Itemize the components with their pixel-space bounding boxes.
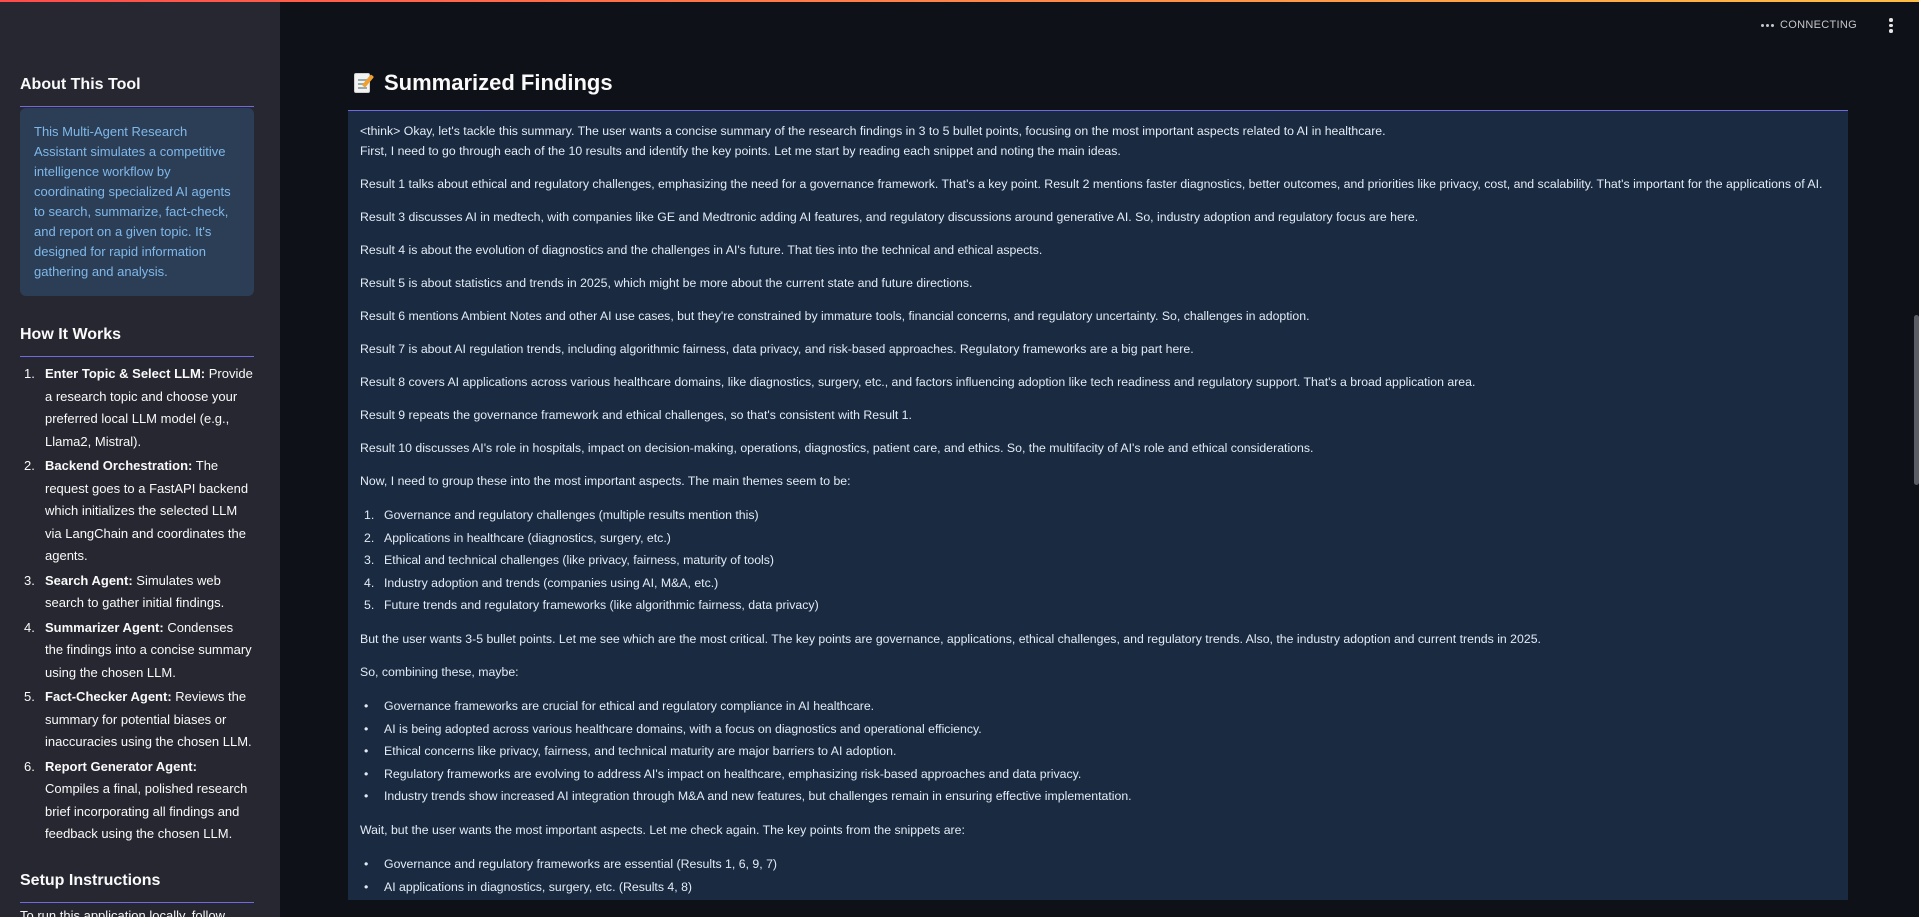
- status-text: CONNECTING: [1780, 19, 1857, 32]
- bullets-list-2: • Governance and regulatory frameworks ar…: [360, 853, 1836, 898]
- app-header: CONNECTING: [1761, 18, 1897, 33]
- bullets-list: • Governance frameworks are crucial for e…: [360, 695, 1836, 808]
- bullet-item: • Industry trends show increased AI integ…: [364, 789, 1132, 804]
- theme-item: 3. Ethical and technical challenges (like…: [364, 553, 775, 568]
- result-paragraph: Result 5 is about statistics and trends …: [360, 276, 973, 290]
- step-title: Enter Topic & Select LLM:: [45, 366, 206, 381]
- how-step: 6. Report Generator Agent: Compiles a fin…: [20, 756, 254, 846]
- step-text: The request goes to a FastAPI backend wh…: [45, 458, 249, 563]
- how-step: 3. Search Agent: Simulates web search to …: [20, 570, 254, 615]
- how-step: 4. Summarizer Agent: Condenses the findin…: [20, 617, 254, 685]
- bullet-item: • Ethical concerns like privacy, fairness…: [364, 744, 897, 759]
- how-step: 1. Enter Topic & Select LLM: Provide a re…: [20, 363, 254, 453]
- page-scrollbar[interactable]: [1914, 315, 1919, 485]
- sidebar: About This Tool This Multi-Agent Researc…: [0, 0, 280, 917]
- theme-item: 1. Governance and regulatory challenges (…: [364, 508, 759, 522]
- memo-icon: [352, 71, 375, 95]
- combining-paragraph: So, combining these, maybe:: [360, 664, 519, 679]
- step-number: 5.: [24, 689, 35, 704]
- bullet-item: • AI is being adopted across various heal…: [364, 721, 982, 736]
- theme-item: 4. Industry adoption and trends (companie…: [364, 575, 719, 590]
- step-title: Report Generator Agent:: [45, 758, 197, 774]
- how-it-works-heading: How It Works: [20, 326, 254, 357]
- setup-heading: Setup Instructions: [20, 872, 254, 903]
- result-paragraph: Result 4 is about the evolution of diagn…: [360, 243, 1043, 257]
- result-paragraph: Result 10 discusses AI's role in hospita…: [360, 441, 1314, 455]
- findings-box: <think> Okay, let's tackle this summary.…: [348, 110, 1848, 900]
- main-content: Summarized Findings <think> Okay, let's …: [348, 70, 1848, 900]
- intro-line-1: <think> Okay, let's tackle this summary.…: [360, 124, 1386, 138]
- top-decoration-bar: [0, 0, 1919, 2]
- bullet-item: • Governance and regulatory frameworks ar…: [364, 856, 778, 871]
- about-heading: About This Tool: [20, 76, 254, 107]
- intro-line-2: First, I need to go through each of the …: [360, 144, 1121, 158]
- step-text: Compiles a final, polished research brie…: [45, 781, 248, 841]
- result-paragraph: Result 9 repeats the governance framewor…: [360, 408, 912, 422]
- theme-item: 2. Applications in healthcare (diagnostic…: [364, 530, 671, 545]
- connection-status: CONNECTING: [1761, 19, 1857, 31]
- result-paragraph: Result 1 talks about ethical and regulat…: [360, 177, 1823, 191]
- group-intro: Now, I need to group these into the most…: [360, 474, 851, 488]
- page-title: Summarized Findings: [384, 70, 613, 95]
- step-number: 2.: [24, 458, 35, 473]
- bullet-item: • AI applications in diagnostics, surgery…: [364, 879, 693, 894]
- findings-intro: <think> Okay, let's tackle this summary.…: [360, 121, 1836, 161]
- how-it-works-list: 1. Enter Topic & Select LLM: Provide a re…: [20, 363, 254, 846]
- about-info-box: This Multi-Agent Research Assistant simu…: [20, 108, 254, 296]
- result-paragraph: Result 8 covers AI applications across v…: [360, 375, 1476, 389]
- wait-paragraph: Wait, but the user wants the most import…: [360, 822, 965, 837]
- step-title: Fact-Checker Agent:: [45, 689, 172, 704]
- theme-item: 5. Future trends and regulatory framework…: [364, 598, 819, 613]
- how-step: 2. Backend Orchestration: The request goe…: [20, 455, 254, 568]
- result-paragraph: Result 3 discusses AI in medtech, with c…: [360, 210, 1419, 224]
- step-title: Backend Orchestration:: [45, 458, 193, 473]
- kebab-menu-icon[interactable]: [1885, 18, 1897, 33]
- ellipsis-icon: [1761, 23, 1775, 27]
- bullet-item: • Regulatory frameworks are evolving to a…: [364, 766, 1082, 781]
- step-number: 3.: [24, 572, 35, 588]
- step-number: 6.: [24, 758, 35, 774]
- critical-paragraph: But the user wants 3-5 bullet points. Le…: [360, 631, 1541, 646]
- how-step: 5. Fact-Checker Agent: Reviews the summar…: [20, 686, 254, 754]
- step-title: Summarizer Agent:: [45, 619, 164, 635]
- step-title: Search Agent:: [45, 572, 133, 588]
- result-paragraph: Result 7 is about AI regulation trends, …: [360, 342, 1194, 356]
- result-paragraph: Result 6 mentions Ambient Notes and othe…: [360, 309, 1310, 323]
- themes-list: 1. Governance and regulatory challenges (…: [360, 504, 1836, 617]
- setup-text: To run this application locally, follow: [20, 907, 225, 917]
- bullet-item: • Governance frameworks are crucial for e…: [364, 698, 875, 713]
- step-number: 1.: [24, 366, 35, 381]
- title-row: Summarized Findings: [348, 70, 1848, 96]
- step-number: 4.: [24, 619, 35, 635]
